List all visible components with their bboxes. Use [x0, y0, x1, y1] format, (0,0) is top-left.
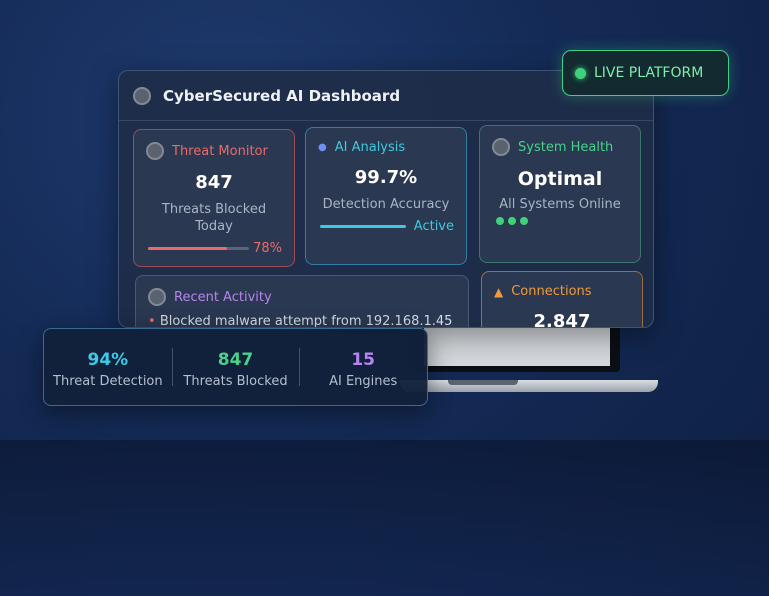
- status-indicator-dots: [492, 217, 628, 225]
- stat-value: 15: [351, 349, 376, 370]
- stat-threats-blocked: 847 Threats Blocked: [171, 346, 300, 389]
- threat-monitor-card[interactable]: Threat Monitor 847 Threats Blocked Today…: [133, 129, 295, 267]
- system-status-label: All Systems Online: [499, 197, 621, 212]
- window-circle-icon[interactable]: [133, 86, 151, 105]
- activity-entry-text: Blocked malware attempt from 192.168.1.4…: [159, 314, 453, 328]
- dashboard-window: CyberSecured AI Dashboard Threat Monitor…: [118, 70, 654, 328]
- system-status-value: Optimal: [517, 168, 603, 190]
- stat-value: 94%: [87, 349, 129, 370]
- recent-activity-circle-icon: [148, 288, 166, 306]
- live-status-dot-icon: [575, 67, 586, 79]
- live-platform-badge[interactable]: LIVE PLATFORM: [562, 50, 729, 96]
- activity-bullet-icon: •: [148, 314, 156, 328]
- stat-value: 847: [217, 349, 254, 370]
- threat-monitor-title: Threat Monitor: [172, 143, 268, 159]
- live-platform-label: LIVE PLATFORM: [594, 65, 704, 81]
- ai-analysis-card[interactable]: ● AI Analysis 99.7% Detection Accuracy A…: [305, 127, 467, 265]
- threat-progress-label: 78%: [253, 241, 282, 256]
- stat-ai-engines: 15 AI Engines: [299, 346, 427, 389]
- connections-value: 2,847: [533, 311, 591, 328]
- laptop-notch: [448, 380, 518, 385]
- background-floor: [0, 440, 769, 596]
- laptop-base: [400, 380, 658, 392]
- ai-chip-icon: ●: [318, 142, 327, 153]
- stat-label: AI Engines: [329, 373, 398, 389]
- stat-label: Threat Detection: [53, 373, 163, 389]
- detection-accuracy-label: Detection Accuracy: [322, 197, 450, 212]
- threat-monitor-circle-icon: [146, 142, 164, 160]
- ai-status-label: Active: [413, 219, 454, 234]
- ai-analysis-title: AI Analysis: [334, 140, 406, 155]
- threats-blocked-label: Threats Blocked Today: [161, 202, 267, 234]
- laptop-screen: [410, 322, 620, 372]
- stat-threat-detection: 94% Threat Detection: [44, 346, 172, 389]
- stats-bar: 94% Threat Detection 847 Threats Blocked…: [43, 328, 428, 406]
- scene: CyberSecured AI Dashboard Threat Monitor…: [0, 0, 769, 596]
- threat-progress-bar: [148, 247, 250, 250]
- system-health-circle-icon: [492, 138, 510, 156]
- recent-activity-title: Recent Activity: [174, 289, 272, 305]
- system-health-title: System Health: [518, 139, 614, 155]
- ai-status-bar: [320, 225, 406, 228]
- dashboard-title: CyberSecured AI Dashboard: [163, 86, 401, 105]
- network-nodes-icon: ▲: [494, 284, 504, 299]
- stat-label: Threats Blocked: [183, 373, 288, 389]
- threat-progress-fill: [148, 247, 227, 250]
- connections-title: Connections: [511, 284, 592, 299]
- detection-accuracy-value: 99.7%: [354, 167, 418, 188]
- connections-card[interactable]: ▲ Connections 2,847: [481, 271, 643, 328]
- system-health-card[interactable]: System Health Optimal All Systems Online: [479, 125, 641, 263]
- threats-blocked-value: 847: [195, 172, 233, 193]
- recent-activity-card[interactable]: Recent Activity • Blocked malware attemp…: [135, 275, 469, 328]
- activity-list-item: • Blocked malware attempt from 192.168.1…: [148, 314, 456, 328]
